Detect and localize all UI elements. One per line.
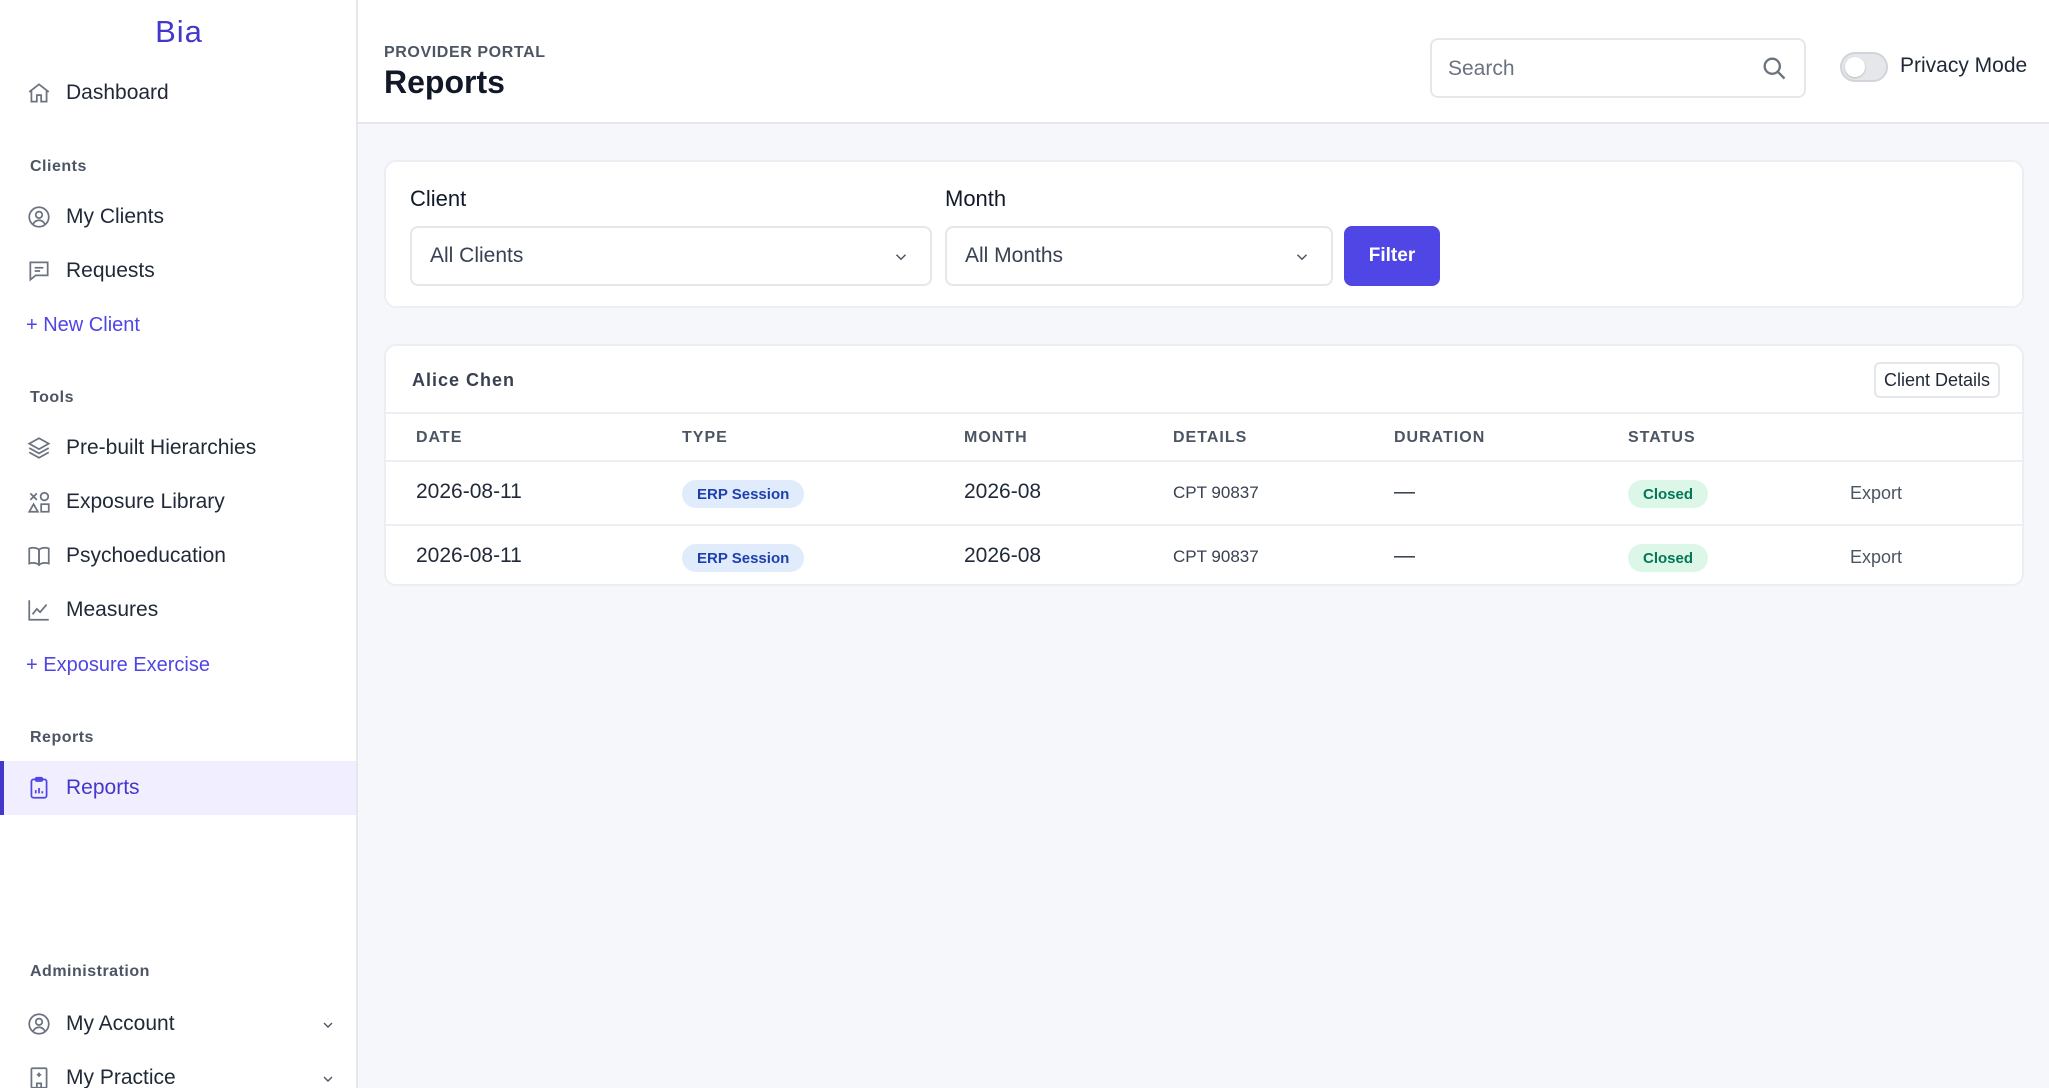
search-input[interactable]	[1448, 52, 1748, 86]
section-label-clients: Clients	[30, 158, 87, 175]
section-label-tools: Tools	[30, 389, 74, 406]
row-details: CPT 90837	[1173, 483, 1259, 502]
shapes-icon	[26, 489, 52, 515]
client-name: Alice Chen	[412, 370, 516, 390]
sidebar-item-label: Dashboard	[66, 81, 169, 104]
user-circle-icon	[26, 1011, 52, 1037]
column-header-details: DETAILS	[1173, 429, 1248, 446]
table-row: 2026-08-11 ERP Session 2026-08 CPT 90837…	[386, 462, 2022, 524]
sidebar-item-label: My Practice	[66, 1066, 176, 1088]
column-header-date: DATE	[416, 429, 463, 446]
home-icon	[26, 80, 52, 106]
row-duration: —	[1394, 544, 1415, 567]
section-label-reports: Reports	[30, 729, 94, 746]
sidebar-item-label: My Account	[66, 1012, 175, 1035]
building-icon	[26, 1065, 52, 1088]
new-client-link[interactable]: + New Client	[26, 314, 140, 337]
client-filter-label: Client	[410, 186, 467, 211]
sidebar-item-label: Exposure Library	[66, 490, 225, 513]
table-header: DATE TYPE MONTH DETAILS DURATION STATUS	[386, 412, 2022, 462]
sidebar-item-my-clients[interactable]: My Clients	[0, 190, 356, 244]
sidebar-item-exposure-library[interactable]: Exposure Library	[0, 475, 356, 529]
sidebar-item-label: My Clients	[66, 205, 165, 228]
chevron-down-icon[interactable]	[320, 1015, 336, 1031]
book-icon	[26, 543, 52, 569]
layers-icon	[26, 435, 52, 461]
clipboard-chart-icon	[26, 775, 52, 801]
month-select[interactable]: All Months	[945, 226, 1333, 286]
filter-card: Client All Clients Month All Months Filt…	[384, 160, 2024, 308]
client-report-card: Alice Chen Client Details DATE TYPE MONT…	[384, 344, 2024, 586]
privacy-mode-label: Privacy Mode	[1900, 54, 2028, 77]
sidebar-item-reports[interactable]: Reports	[0, 761, 356, 815]
export-link[interactable]: Export	[1850, 547, 1902, 568]
sidebar-item-requests[interactable]: Requests	[0, 244, 356, 298]
row-duration: —	[1394, 480, 1415, 503]
page-title: Reports	[384, 64, 505, 100]
month-filter-label: Month	[945, 186, 1007, 211]
search-icon[interactable]	[1760, 54, 1788, 82]
row-details: CPT 90837	[1173, 547, 1259, 566]
table-row: 2026-08-11 ERP Session 2026-08 CPT 90837…	[386, 524, 2022, 584]
sidebar: Bia Dashboard Clients My Clients Request…	[0, 0, 358, 1088]
export-link[interactable]: Export	[1850, 483, 1902, 504]
row-date: 2026-08-11	[416, 480, 522, 503]
sidebar-item-measures[interactable]: Measures	[0, 583, 356, 637]
page-header: PROVIDER PORTAL Reports Privacy Mode	[358, 0, 2049, 124]
row-month: 2026-08	[964, 480, 1042, 503]
new-exposure-exercise-link[interactable]: + Exposure Exercise	[26, 654, 210, 677]
sidebar-item-prebuilt-hierarchies[interactable]: Pre-built Hierarchies	[0, 421, 356, 475]
chevron-down-icon[interactable]	[320, 1069, 336, 1085]
client-details-button[interactable]: Client Details	[1873, 362, 2000, 398]
client-select-value: All Clients	[430, 244, 524, 267]
sidebar-item-label: Reports	[66, 776, 140, 799]
search-box[interactable]	[1430, 38, 1806, 98]
sidebar-item-label: Pre-built Hierarchies	[66, 436, 257, 459]
sidebar-item-label: Measures	[66, 598, 159, 621]
row-month: 2026-08	[964, 544, 1042, 567]
status-badge: Closed	[1628, 480, 1709, 508]
sidebar-item-psychoeducation[interactable]: Psychoeducation	[0, 529, 356, 583]
column-header-status: STATUS	[1628, 429, 1696, 446]
line-chart-icon	[26, 597, 52, 623]
privacy-mode-toggle[interactable]	[1840, 52, 1888, 82]
user-circle-icon	[26, 204, 52, 230]
status-badge: Closed	[1628, 544, 1709, 572]
chevron-down-icon	[892, 248, 910, 266]
type-badge: ERP Session	[682, 544, 805, 572]
type-badge: ERP Session	[682, 480, 805, 508]
section-label-administration: Administration	[30, 963, 150, 980]
sidebar-item-label: Requests	[66, 259, 155, 282]
sidebar-item-my-practice[interactable]: My Practice	[0, 1051, 356, 1088]
message-icon	[26, 258, 52, 284]
portal-label: PROVIDER PORTAL	[384, 44, 546, 61]
row-date: 2026-08-11	[416, 544, 522, 567]
sidebar-item-my-account[interactable]: My Account	[0, 997, 356, 1051]
column-header-type: TYPE	[682, 429, 728, 446]
sidebar-item-label: Psychoeducation	[66, 544, 226, 567]
toggle-knob	[1845, 57, 1865, 77]
client-select[interactable]: All Clients	[410, 226, 932, 286]
month-select-value: All Months	[965, 244, 1064, 267]
brand-logo[interactable]: Bia	[0, 14, 358, 50]
filter-button[interactable]: Filter	[1344, 226, 1440, 286]
column-header-duration: DURATION	[1394, 429, 1486, 446]
sidebar-item-dashboard[interactable]: Dashboard	[0, 66, 356, 120]
chevron-down-icon	[1293, 248, 1311, 266]
column-header-month: MONTH	[964, 429, 1028, 446]
